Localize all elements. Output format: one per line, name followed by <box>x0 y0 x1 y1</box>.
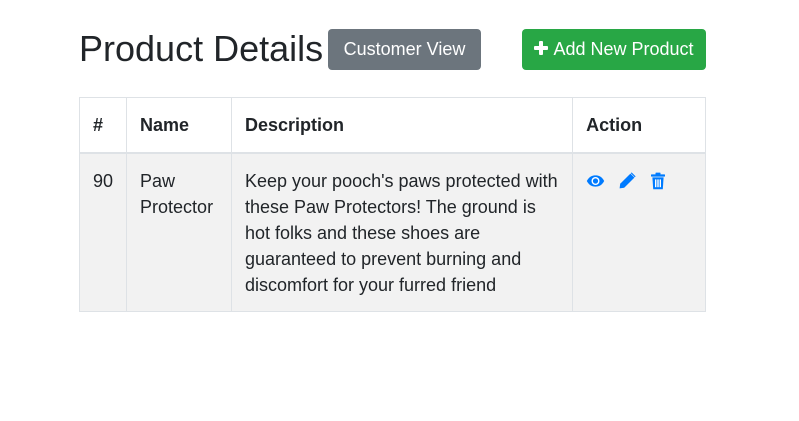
eye-icon[interactable] <box>586 172 605 190</box>
product-name-cell: Paw Protector <box>126 152 232 312</box>
plus-icon <box>534 41 549 56</box>
action-icons <box>586 168 692 194</box>
products-table: # Name Description Action 90 Paw Protect… <box>78 97 706 312</box>
product-action-cell <box>572 152 706 312</box>
column-header-number: # <box>78 97 128 154</box>
column-header-name: Name <box>126 97 232 154</box>
customer-view-button[interactable]: Customer View <box>328 29 481 70</box>
product-id-cell: 90 <box>78 152 128 312</box>
product-description-cell: Keep your pooch's paws protected with th… <box>230 152 574 312</box>
page-title: Product Details <box>79 28 324 69</box>
column-header-description: Description <box>230 97 574 154</box>
pencil-icon[interactable] <box>618 172 636 190</box>
table-header-row: # Name Description Action <box>78 97 706 154</box>
add-new-product-button[interactable]: Add New Product <box>522 29 706 70</box>
table-row: 90 Paw Protector Keep your pooch's paws … <box>78 152 706 312</box>
column-header-action: Action <box>572 97 706 154</box>
add-new-product-label: Add New Product <box>553 39 694 59</box>
trash-icon[interactable] <box>650 172 668 190</box>
